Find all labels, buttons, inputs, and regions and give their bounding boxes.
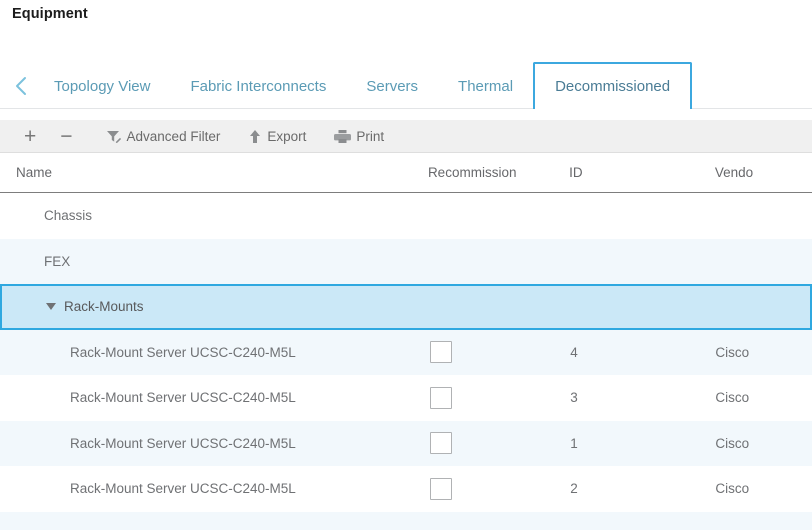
remove-button[interactable]: − bbox=[48, 120, 84, 152]
cell-name: Rack-Mounts bbox=[2, 299, 413, 314]
tab-label: Decommissioned bbox=[555, 78, 671, 95]
cell-vendor: Cisco bbox=[715, 481, 750, 497]
tab-label: Servers bbox=[366, 77, 419, 95]
print-button[interactable]: Print bbox=[327, 120, 391, 152]
recommission-checkbox[interactable] bbox=[429, 477, 452, 500]
row-name-label: Rack-Mounts bbox=[64, 299, 144, 315]
table-row[interactable] bbox=[0, 511, 812, 530]
table-row[interactable]: Rack-Mount Server UCSC-C240-M5L 4 Cisco bbox=[0, 329, 812, 375]
tab-bar: Topology View Fabric Interconnects Servers… bbox=[0, 62, 812, 111]
cell-recommission bbox=[414, 432, 555, 455]
table-toolbar: + − Advanced Filter Export Print bbox=[0, 120, 812, 153]
table-row[interactable]: Rack-Mount Server UCSC-C240-M5L 2 Cisco bbox=[0, 466, 812, 512]
cell-name: FEX bbox=[0, 254, 413, 269]
recommission-checkbox[interactable] bbox=[429, 386, 452, 409]
table-row[interactable]: Chassis bbox=[0, 193, 812, 239]
recommission-checkbox[interactable] bbox=[429, 341, 452, 364]
page-title: Equipment bbox=[12, 6, 88, 22]
tab-topology-view[interactable]: Topology View bbox=[34, 63, 170, 109]
add-button[interactable]: + bbox=[12, 120, 48, 152]
row-name-label: Rack-Mount Server UCSC-C240-M5L bbox=[70, 344, 296, 360]
row-name-label: FEX bbox=[44, 253, 71, 269]
cell-id: 4 bbox=[570, 344, 578, 360]
cell-recommission bbox=[414, 341, 555, 364]
table-body: Chassis FEX Rack-Mounts Rack-Mount Server U… bbox=[0, 193, 812, 530]
export-button[interactable]: Export bbox=[241, 120, 313, 152]
cell-vendor: Cisco bbox=[715, 390, 750, 406]
back-chevron-icon[interactable] bbox=[8, 63, 34, 109]
cell-id: 1 bbox=[570, 435, 578, 451]
cell-vendor: Cisco bbox=[715, 344, 750, 360]
tab-thermal[interactable]: Thermal bbox=[438, 63, 533, 109]
recommission-checkbox[interactable] bbox=[429, 432, 452, 455]
print-label: Print bbox=[356, 128, 385, 144]
tab-label: Thermal bbox=[458, 77, 514, 95]
cell-recommission bbox=[414, 477, 555, 500]
cell-name: Chassis bbox=[0, 208, 413, 223]
tab-fabric-interconnects[interactable]: Fabric Interconnects bbox=[170, 63, 346, 109]
cell-vendor: Cisco bbox=[715, 435, 750, 451]
advanced-filter-label: Advanced Filter bbox=[126, 128, 221, 144]
row-name-label: Rack-Mount Server UCSC-C240-M5L bbox=[70, 435, 296, 451]
column-header-recommission[interactable]: Recommission bbox=[412, 165, 553, 180]
table-row[interactable]: Rack-Mount Server UCSC-C240-M5L 1 Cisco bbox=[0, 420, 812, 466]
column-header-vendor[interactable]: Vendo bbox=[699, 165, 812, 180]
column-header-name[interactable]: Name bbox=[0, 165, 412, 180]
row-name-label: Chassis bbox=[44, 208, 93, 224]
decommissioned-table: Name Recommission ID Vendo Chassis FEX Rack-M… bbox=[0, 153, 812, 530]
tab-label: Fabric Interconnects bbox=[190, 77, 327, 95]
cell-name: Rack-Mount Server UCSC-C240-M5L bbox=[0, 436, 414, 451]
row-name-label: Rack-Mount Server UCSC-C240-M5L bbox=[70, 390, 296, 406]
table-header-row: Name Recommission ID Vendo bbox=[0, 153, 812, 193]
up-arrow-icon bbox=[248, 129, 262, 144]
cell-id: 2 bbox=[570, 481, 578, 497]
table-row[interactable]: Rack-Mount Server UCSC-C240-M5L 3 Cisco bbox=[0, 375, 812, 421]
table-row[interactable]: Rack-Mounts bbox=[0, 284, 812, 330]
tab-decommissioned[interactable]: Decommissioned bbox=[533, 62, 693, 111]
tab-label: Topology View bbox=[54, 77, 151, 95]
filter-icon bbox=[106, 129, 122, 144]
tab-servers[interactable]: Servers bbox=[346, 63, 438, 109]
cell-name: Rack-Mount Server UCSC-C240-M5L bbox=[0, 481, 414, 496]
printer-icon bbox=[334, 129, 352, 144]
cell-name: Rack-Mount Server UCSC-C240-M5L bbox=[0, 345, 414, 360]
cell-recommission bbox=[414, 386, 555, 409]
cell-id: 3 bbox=[570, 390, 578, 406]
table-row[interactable]: FEX bbox=[0, 238, 812, 284]
tab-list: Topology View Fabric Interconnects Servers… bbox=[34, 62, 693, 111]
export-label: Export bbox=[267, 128, 307, 144]
column-header-id[interactable]: ID bbox=[553, 165, 699, 180]
advanced-filter-button[interactable]: Advanced Filter bbox=[99, 120, 228, 152]
expand-caret-icon[interactable] bbox=[46, 303, 56, 311]
row-name-label: Rack-Mount Server UCSC-C240-M5L bbox=[70, 481, 296, 497]
cell-name: Rack-Mount Server UCSC-C240-M5L bbox=[0, 390, 414, 405]
